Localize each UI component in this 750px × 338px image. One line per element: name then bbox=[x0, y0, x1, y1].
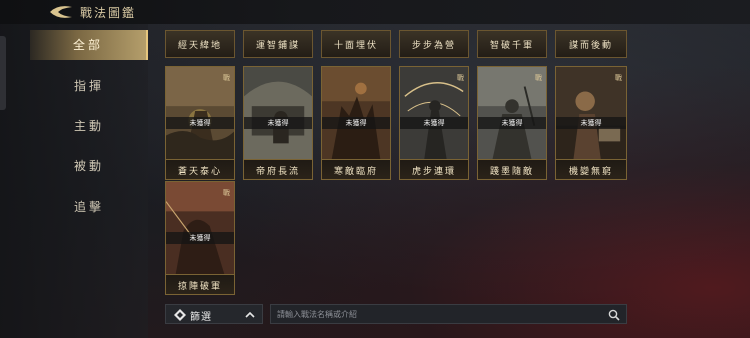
tactic-name-bar: 寒敵臨府 bbox=[322, 159, 390, 179]
tactic-art bbox=[322, 67, 390, 159]
filter-label: 篩選 bbox=[190, 312, 212, 323]
tactic-name-bar: 踐墨隨敵 bbox=[478, 159, 546, 179]
tactic-name: 踐墨隨敵 bbox=[489, 167, 534, 177]
tactic-type-mark: 戰 bbox=[535, 74, 542, 82]
tactic-type-mark: 戰 bbox=[457, 74, 464, 82]
tactic-name: 蒼天泰心 bbox=[177, 167, 222, 177]
tactic-name-bar: 蒼天泰心 bbox=[166, 159, 234, 179]
tactic-card[interactable]: 運智鋪謀 bbox=[243, 30, 313, 58]
sidebar-item-command[interactable]: 指揮 bbox=[30, 71, 148, 101]
search-input[interactable] bbox=[277, 307, 597, 322]
tactic-card[interactable]: 步步為營 bbox=[399, 30, 469, 58]
tactic-card[interactable]: 戰 未獲得 踐墨隨敵 bbox=[477, 66, 547, 180]
sidebar-item-pursuit[interactable]: 追擊 bbox=[30, 192, 148, 222]
sidebar-item-active[interactable]: 主動 bbox=[30, 111, 148, 141]
tactic-name-bar: 機變無窮 bbox=[556, 159, 626, 179]
tactic-name: 寒敵臨府 bbox=[333, 167, 378, 177]
sidebar-edge-handle[interactable] bbox=[0, 36, 6, 110]
tactic-name: 帝府長流 bbox=[255, 167, 300, 177]
status-unobtained: 未獲得 bbox=[400, 117, 468, 129]
tactic-name-bar: 帝府長流 bbox=[244, 159, 312, 179]
sidebar-item-passive[interactable]: 被動 bbox=[30, 151, 148, 181]
tactic-card[interactable]: 未獲得 帝府長流 bbox=[243, 66, 313, 180]
tactic-name: 十面埋伏 bbox=[333, 41, 378, 51]
tactic-name-bar: 掠陣破軍 bbox=[166, 274, 234, 294]
tactic-name: 智破千軍 bbox=[489, 41, 534, 51]
tactic-name: 機變無窮 bbox=[568, 167, 613, 177]
chevron-up-icon bbox=[245, 311, 255, 318]
tactic-card[interactable]: 戰 未獲得 虎步連環 bbox=[399, 66, 469, 180]
status-unobtained: 未獲得 bbox=[166, 117, 234, 129]
search-box bbox=[270, 304, 627, 324]
tactic-name: 運智鋪謀 bbox=[255, 41, 300, 51]
tactic-name: 步步為營 bbox=[411, 41, 456, 51]
tactic-type-mark: 戰 bbox=[615, 74, 622, 82]
tactic-card[interactable]: 未獲得 寒敵臨府 bbox=[321, 66, 391, 180]
search-icon[interactable] bbox=[608, 309, 620, 321]
tactic-art bbox=[244, 67, 312, 159]
status-unobtained: 未獲得 bbox=[166, 232, 234, 244]
tactic-card[interactable]: 智破千軍 bbox=[477, 30, 547, 58]
status-unobtained: 未獲得 bbox=[322, 117, 390, 129]
tactic-type-mark: 戰 bbox=[223, 189, 230, 197]
tactic-card[interactable]: 十面埋伏 bbox=[321, 30, 391, 58]
top-bar: 戰法圖鑑 bbox=[0, 0, 750, 24]
tactic-type-mark: 戰 bbox=[223, 74, 230, 82]
tactic-card[interactable]: 經天緯地 bbox=[165, 30, 235, 58]
back-arrow-icon[interactable] bbox=[48, 4, 74, 20]
sidebar-item-all[interactable]: 全部 bbox=[30, 30, 148, 60]
tactic-name: 謀而後動 bbox=[568, 41, 613, 51]
tactic-name: 掠陣破軍 bbox=[177, 282, 222, 292]
tactic-card[interactable]: 戰 未獲得 掠陣破軍 bbox=[165, 181, 235, 295]
tactic-name-bar: 虎步連環 bbox=[400, 159, 468, 179]
status-unobtained: 未獲得 bbox=[478, 117, 546, 129]
filter-icon bbox=[174, 309, 186, 321]
status-unobtained: 未獲得 bbox=[244, 117, 312, 129]
page-title: 戰法圖鑑 bbox=[80, 6, 137, 20]
tactic-name: 虎步連環 bbox=[411, 167, 456, 177]
tactic-name: 經天緯地 bbox=[177, 41, 222, 51]
filter-button[interactable]: 篩選 bbox=[165, 304, 263, 324]
status-unobtained: 未獲得 bbox=[556, 117, 626, 129]
tactic-card[interactable]: 戰 未獲得 蒼天泰心 bbox=[165, 66, 235, 180]
tactic-card[interactable]: 謀而後動 bbox=[555, 30, 627, 58]
tactic-card[interactable]: 戰 未獲得 機變無窮 bbox=[555, 66, 627, 180]
